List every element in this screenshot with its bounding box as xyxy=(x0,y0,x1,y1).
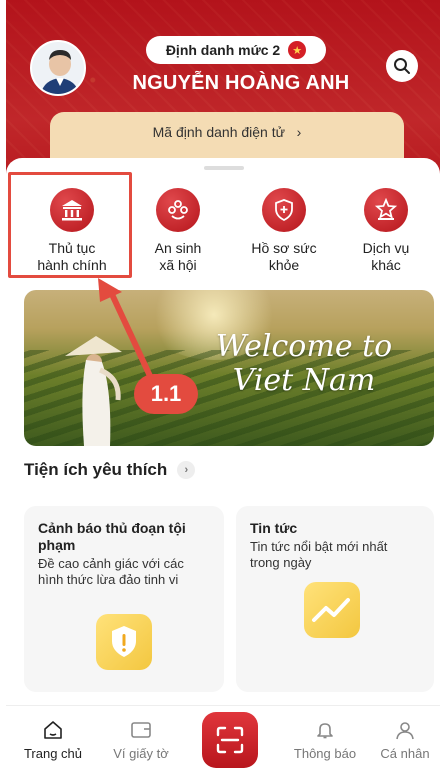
search-icon xyxy=(394,58,410,74)
star-icon: ★ xyxy=(288,41,307,59)
welcome-text: Welcome to Viet Nam xyxy=(215,329,393,398)
favorite-card-crime-warning[interactable]: Cảnh báo thủ đoạn tội phạm Đề cao cảnh g… xyxy=(24,506,224,692)
electronic-id-link[interactable]: Mã định danh điện tử › xyxy=(50,124,404,140)
woman-in-ao-dai-illustration xyxy=(65,336,122,446)
scan-icon xyxy=(216,726,244,754)
service-label: An sinh xyxy=(154,240,202,256)
tab-home[interactable]: Trang chủ xyxy=(10,720,96,761)
service-label: Dịch vụ xyxy=(362,240,410,256)
id-level-text: Định danh mức 2 xyxy=(165,42,281,58)
favorite-card-news[interactable]: Tin tức Tin tức nổi bật mới nhất trong n… xyxy=(236,506,434,692)
home-icon xyxy=(42,720,64,740)
health-shield-icon xyxy=(262,188,306,232)
annotation-highlight-box xyxy=(8,172,132,278)
tab-profile[interactable]: Cá nhân xyxy=(362,720,440,761)
annotation-step-label: 1.1 xyxy=(134,374,198,414)
warning-shield-icon xyxy=(96,614,152,670)
service-health-records[interactable]: Hồ sơ sức khỏe xyxy=(234,188,334,274)
qr-scan-button[interactable] xyxy=(202,712,258,768)
sheet-handle[interactable] xyxy=(204,166,244,170)
welcome-banner[interactable]: Welcome to Viet Nam xyxy=(24,290,434,446)
service-social-welfare[interactable]: An sinh xã hội xyxy=(128,188,228,274)
service-label: khỏe xyxy=(268,257,300,273)
id-level-badge[interactable]: Định danh mức 2 ★ xyxy=(146,36,326,64)
wallet-icon xyxy=(130,720,152,740)
avatar[interactable] xyxy=(30,40,86,96)
chevron-right-icon: › xyxy=(288,124,302,140)
phone-screen: Định danh mức 2 ★ NGUYỄN HOÀNG ANH Mã đị… xyxy=(6,0,440,773)
tab-wallet[interactable]: Ví giấy tờ xyxy=(98,720,184,761)
other-services-icon xyxy=(364,188,408,232)
bell-icon xyxy=(314,720,336,740)
chevron-right-icon: › xyxy=(177,461,196,479)
favorites-title[interactable]: Tiện ích yêu thích › xyxy=(24,460,196,480)
service-other[interactable]: Dịch vụ khác xyxy=(336,188,436,274)
user-icon xyxy=(394,720,416,740)
service-label: xã hội xyxy=(159,257,197,273)
news-trend-icon xyxy=(304,582,360,638)
service-label: khác xyxy=(371,257,401,273)
user-name: NGUYỄN HOÀNG ANH xyxy=(132,72,350,94)
service-label: Hồ sơ sức xyxy=(251,240,317,256)
search-button[interactable] xyxy=(386,50,418,82)
social-welfare-icon xyxy=(156,188,200,232)
tab-notifications[interactable]: Thông báo xyxy=(282,720,368,761)
